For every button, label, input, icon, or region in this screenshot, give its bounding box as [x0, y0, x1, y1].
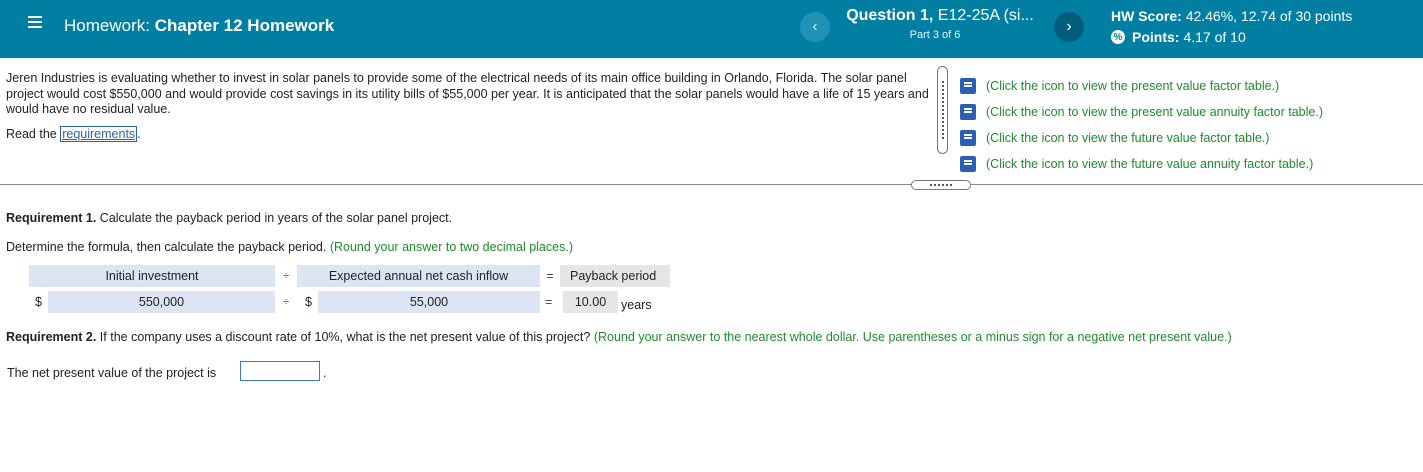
read-suffix: .: [137, 127, 141, 141]
homework-name: Chapter 12 Homework: [154, 16, 335, 35]
resource-link-label: (Click the icon to view the future value…: [986, 157, 1314, 171]
dollar-sign: $: [35, 295, 42, 309]
book-icon[interactable]: [960, 130, 976, 146]
npv-label: The net present value of the project is: [7, 366, 217, 380]
top-bar: Homework: Chapter 12 Homework ‹ Question…: [0, 0, 1423, 58]
hw-score-label: HW Score:: [1111, 8, 1182, 24]
header-payback-period: Payback period: [560, 265, 670, 287]
hw-score-value: 42.46%, 12.74 of 30 points: [1185, 8, 1353, 24]
next-question-button[interactable]: ›: [1054, 12, 1084, 42]
points-value: 4.17 of 10: [1183, 29, 1246, 45]
header-cash-inflow: Expected annual net cash inflow: [297, 265, 540, 287]
resource-link-label: (Click the icon to view the present valu…: [986, 79, 1280, 93]
requirement-1-instruction: Determine the formula, then calculate th…: [6, 240, 573, 254]
resource-link[interactable]: (Click the icon to view the present valu…: [960, 99, 1323, 125]
cash-inflow-field[interactable]: 55,000: [318, 291, 540, 313]
read-prefix: Read the: [6, 127, 57, 141]
points: % Points: 4.17 of 10: [1111, 29, 1246, 45]
dollar-sign: $: [305, 295, 312, 309]
instruction-text: Determine the formula, then calculate th…: [6, 240, 327, 254]
requirement-1: Requirement 1. Calculate the payback per…: [6, 211, 452, 225]
resource-link-label: (Click the icon to view the future value…: [986, 131, 1270, 145]
book-icon[interactable]: [960, 156, 976, 172]
horizontal-splitter-handle[interactable]: [911, 180, 971, 190]
requirement-1-text: Calculate the payback period in years of…: [99, 211, 453, 225]
partial-credit-icon: %: [1111, 30, 1125, 44]
resource-link-label: (Click the icon to view the present valu…: [986, 105, 1323, 119]
requirement-1-title: Requirement 1.: [6, 211, 97, 225]
resource-link[interactable]: (Click the icon to view the present valu…: [960, 73, 1323, 99]
resource-link[interactable]: (Click the icon to view the future value…: [960, 125, 1323, 151]
points-label: Points:: [1132, 29, 1180, 45]
initial-investment-field[interactable]: 550,000: [48, 291, 275, 313]
header-equals-sign: =: [546, 269, 554, 283]
read-requirements: Read the requirements.: [6, 126, 141, 142]
chevron-right-icon: ›: [1066, 18, 1072, 35]
header-divide-sign: ÷: [282, 270, 290, 282]
book-icon[interactable]: [960, 78, 976, 94]
payback-period-field[interactable]: 10.00: [563, 291, 618, 313]
requirement-2-hint: (Round your answer to the nearest whole …: [593, 330, 1232, 344]
previous-question-button[interactable]: ‹: [800, 12, 830, 42]
question-id: E12-25A (si...: [937, 7, 1034, 24]
hamburger-menu-icon[interactable]: [28, 16, 42, 30]
header-initial-investment: Initial investment: [29, 265, 275, 287]
requirement-2-title: Requirement 2.: [6, 330, 97, 344]
question-part: Part 3 of 6: [909, 29, 961, 41]
book-icon[interactable]: [960, 104, 976, 120]
vertical-splitter-handle[interactable]: [937, 66, 948, 154]
chevron-left-icon: ‹: [812, 18, 818, 35]
npv-period: .: [323, 366, 327, 380]
problem-statement: Jeren Industries is evaluating whether t…: [6, 71, 929, 116]
requirement-2: Requirement 2. If the company uses a dis…: [6, 330, 1232, 344]
npv-input[interactable]: [240, 361, 320, 381]
payback-unit: years: [621, 298, 652, 312]
requirements-link[interactable]: requirements: [60, 126, 138, 142]
resource-links: (Click the icon to view the present valu…: [960, 73, 1323, 177]
question-title: Question 1, E12-25A (si...: [840, 7, 1040, 25]
hw-score: HW Score: 42.46%, 12.74 of 30 points: [1111, 8, 1352, 24]
resource-link[interactable]: (Click the icon to view the future value…: [960, 151, 1323, 177]
divide-sign: ÷: [283, 296, 290, 308]
equals-sign: =: [545, 295, 553, 309]
instruction-hint: (Round your answer to two decimal places…: [329, 240, 573, 254]
homework-prefix: Homework:: [64, 16, 150, 35]
homework-title: Homework: Chapter 12 Homework: [64, 16, 334, 36]
requirement-2-text: If the company uses a discount rate of 1…: [99, 330, 591, 344]
question-label: Question 1,: [846, 7, 934, 24]
horizontal-divider: [0, 184, 1423, 185]
